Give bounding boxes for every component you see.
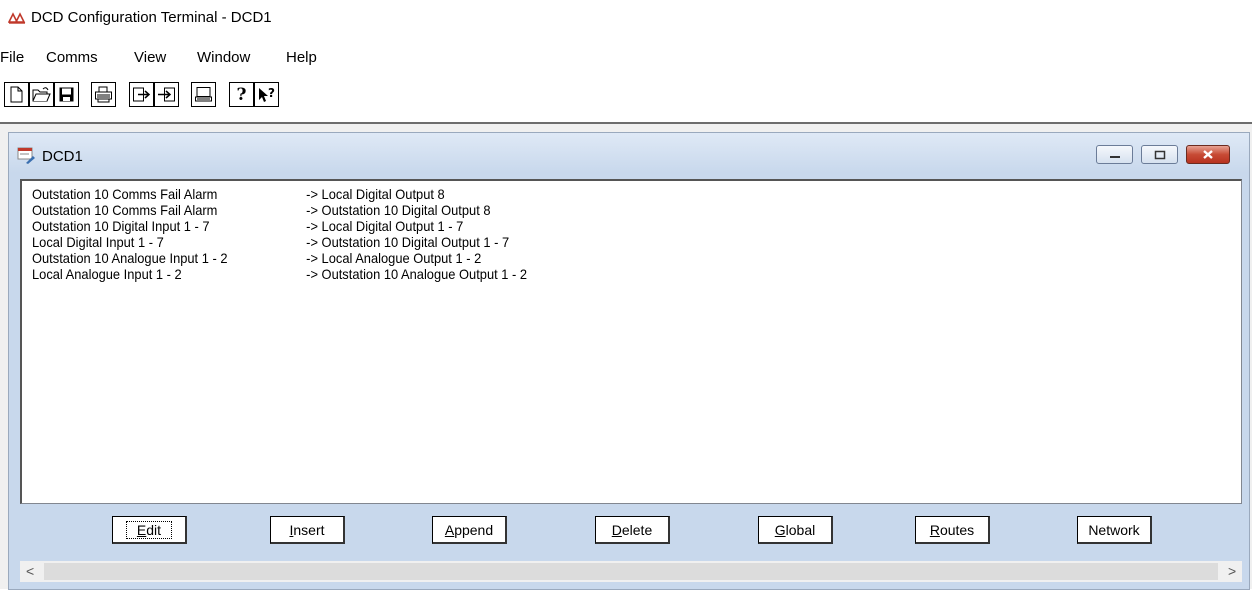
- edit-button[interactable]: Edit: [112, 516, 187, 544]
- close-button[interactable]: [1186, 145, 1230, 164]
- app-titlebar: DCD Configuration Terminal - DCD1: [0, 0, 1252, 38]
- menu-bar: File Comms View Window Help: [0, 45, 1252, 73]
- route-source: Outstation 10 Comms Fail Alarm: [32, 202, 218, 218]
- insert-button[interactable]: Insert: [270, 516, 345, 544]
- svg-text:?: ?: [268, 86, 275, 100]
- child-titlebar[interactable]: DCD1: [9, 133, 1249, 177]
- menu-window[interactable]: Window: [197, 49, 250, 66]
- terminal-icon[interactable]: [191, 82, 216, 107]
- routes-button[interactable]: Routes: [915, 516, 990, 544]
- network-button[interactable]: Network: [1077, 516, 1152, 544]
- menu-view[interactable]: View: [134, 49, 166, 66]
- route-destination: -> Outstation 10 Digital Output 1 - 7: [306, 234, 510, 250]
- route-destination: -> Local Digital Output 8: [306, 186, 445, 202]
- menu-comms[interactable]: Comms: [46, 49, 98, 66]
- scroll-track[interactable]: [44, 563, 1218, 580]
- route-source: Local Digital Input 1 - 7: [32, 234, 164, 250]
- app-title: DCD Configuration Terminal - DCD1: [31, 9, 272, 26]
- scroll-left-icon[interactable]: <: [26, 563, 34, 579]
- close-icon: [1203, 150, 1213, 159]
- child-title: DCD1: [42, 148, 83, 165]
- new-file-icon[interactable]: [4, 82, 29, 107]
- route-destination: -> Local Analogue Output 1 - 2: [306, 250, 482, 266]
- delete-button[interactable]: Delete: [595, 516, 670, 544]
- route-source: Outstation 10 Comms Fail Alarm: [32, 186, 218, 202]
- toolbar: ? ?: [0, 78, 1252, 124]
- restore-icon: [1154, 150, 1165, 159]
- list-item[interactable]: Outstation 10 Digital Input 1 - 7 -> Loc…: [32, 218, 463, 234]
- upload-icon[interactable]: [129, 82, 154, 107]
- minimize-button[interactable]: [1096, 145, 1133, 164]
- route-source: Outstation 10 Digital Input 1 - 7: [32, 218, 210, 234]
- open-folder-icon[interactable]: [29, 82, 54, 107]
- route-source: Local Analogue Input 1 - 2: [32, 266, 182, 282]
- child-window: DCD1 Outstation 10 Comms Fail Alarm -> L…: [8, 132, 1250, 590]
- list-item[interactable]: Outstation 10 Comms Fail Alarm -> Local …: [32, 186, 445, 202]
- save-icon[interactable]: [54, 82, 79, 107]
- maximize-button[interactable]: [1141, 145, 1178, 164]
- download-icon[interactable]: [154, 82, 179, 107]
- menu-help[interactable]: Help: [286, 49, 317, 66]
- scroll-right-icon[interactable]: >: [1228, 563, 1236, 579]
- route-destination: -> Outstation 10 Analogue Output 1 - 2: [306, 266, 528, 282]
- route-source: Outstation 10 Analogue Input 1 - 2: [32, 250, 228, 266]
- document-icon: [17, 147, 35, 164]
- append-button[interactable]: Append: [432, 516, 507, 544]
- list-item[interactable]: Local Analogue Input 1 - 2 -> Outstation…: [32, 266, 527, 282]
- routing-list[interactable]: Outstation 10 Comms Fail Alarm -> Local …: [20, 179, 1242, 504]
- print-icon[interactable]: [91, 82, 116, 107]
- minimize-icon: [1109, 155, 1120, 158]
- mdi-area: DCD1 Outstation 10 Comms Fail Alarm -> L…: [0, 124, 1252, 590]
- help-icon[interactable]: ?: [229, 82, 254, 107]
- list-item[interactable]: Outstation 10 Analogue Input 1 - 2 -> Lo…: [32, 250, 481, 266]
- route-destination: -> Local Digital Output 1 - 7: [306, 218, 464, 234]
- horizontal-scrollbar[interactable]: < >: [20, 561, 1242, 582]
- list-item[interactable]: Outstation 10 Comms Fail Alarm -> Outsta…: [32, 202, 491, 218]
- list-item[interactable]: Local Digital Input 1 - 7 -> Outstation …: [32, 234, 509, 250]
- app-logo-icon: [8, 12, 26, 24]
- context-help-icon[interactable]: ?: [254, 82, 279, 107]
- menu-file[interactable]: File: [0, 49, 24, 66]
- route-destination: -> Outstation 10 Digital Output 8: [306, 202, 491, 218]
- global-button[interactable]: Global: [758, 516, 833, 544]
